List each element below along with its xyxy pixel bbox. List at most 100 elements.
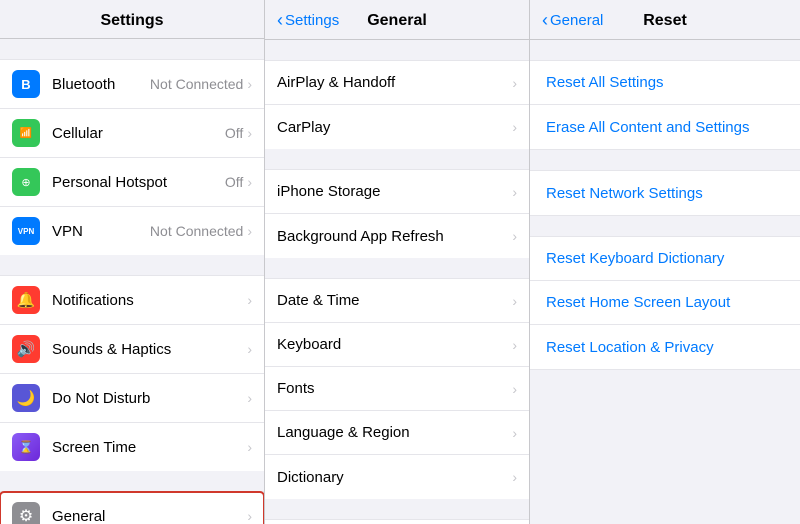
notifications-icon: 🔔: [12, 286, 40, 314]
screentime-chevron: ›: [247, 439, 252, 455]
dictionary-label: Dictionary: [277, 469, 512, 486]
mid-item-carplay[interactable]: CarPlay ›: [265, 105, 529, 149]
general-group: ⚙ General › ⊞ Control Center › AA Displa…: [0, 491, 264, 524]
sidebar-item-screentime[interactable]: ⌛ Screen Time ›: [0, 423, 264, 471]
reset-keyboard-label: Reset Keyboard Dictionary: [546, 250, 784, 267]
back-chevron-icon2: ‹: [542, 10, 548, 31]
bgrefresh-chevron: ›: [512, 228, 517, 244]
reset-group-2: Reset Network Settings: [530, 170, 800, 216]
hotspot-value: Off: [225, 174, 243, 190]
sounds-chevron: ›: [247, 341, 252, 357]
reset-location-label: Reset Location & Privacy: [546, 339, 784, 356]
sidebar-item-general[interactable]: ⚙ General ›: [0, 492, 264, 524]
general-panel-title: General: [367, 12, 427, 30]
reset-network-label: Reset Network Settings: [546, 185, 784, 202]
notifications-chevron: ›: [247, 292, 252, 308]
general-panel: ‹ Settings General AirPlay & Handoff › C…: [265, 0, 530, 524]
mid-item-vpn[interactable]: VPN Not Connected ›: [265, 520, 529, 524]
reset-group-3: Reset Keyboard Dictionary Reset Home Scr…: [530, 236, 800, 370]
reset-location-button[interactable]: Reset Location & Privacy: [530, 325, 800, 369]
screentime-label: Screen Time: [52, 439, 247, 456]
storage-label: iPhone Storage: [277, 183, 512, 200]
general-label: General: [52, 508, 247, 524]
mid-item-keyboard[interactable]: Keyboard ›: [265, 323, 529, 367]
reset-group-1: Reset All Settings Erase All Content and…: [530, 60, 800, 150]
erase-all-button[interactable]: Erase All Content and Settings: [530, 105, 800, 149]
reset-all-label: Reset All Settings: [546, 74, 784, 91]
cellular-chevron: ›: [247, 125, 252, 141]
bluetooth-icon: B: [12, 70, 40, 98]
mid-item-dictionary[interactable]: Dictionary ›: [265, 455, 529, 499]
storage-chevron: ›: [512, 184, 517, 200]
sounds-label: Sounds & Haptics: [52, 341, 247, 358]
sidebar-item-vpn[interactable]: VPN VPN Not Connected ›: [0, 207, 264, 255]
back-to-settings-button[interactable]: ‹ Settings: [277, 10, 339, 31]
vpn-label: VPN: [52, 223, 150, 240]
datetime-label: Date & Time: [277, 292, 512, 309]
dnd-label: Do Not Disturb: [52, 390, 247, 407]
mid-item-storage[interactable]: iPhone Storage ›: [265, 170, 529, 214]
reset-homescreen-label: Reset Home Screen Layout: [546, 294, 784, 311]
sidebar-item-cellular[interactable]: 📶 Cellular Off ›: [0, 109, 264, 158]
back-chevron-icon: ‹: [277, 10, 283, 31]
settings-title: Settings: [0, 0, 264, 39]
fonts-label: Fonts: [277, 380, 512, 397]
general-icon: ⚙: [12, 502, 40, 524]
airplay-group: AirPlay & Handoff › CarPlay ›: [265, 60, 529, 149]
carplay-label: CarPlay: [277, 119, 512, 136]
notifications-label: Notifications: [52, 292, 247, 309]
keyboard-chevron: ›: [512, 337, 517, 353]
hotspot-label: Personal Hotspot: [52, 174, 225, 191]
back-label: Settings: [285, 12, 339, 29]
reset-homescreen-button[interactable]: Reset Home Screen Layout: [530, 281, 800, 325]
general-header: ‹ Settings General: [265, 0, 529, 40]
mid-item-language[interactable]: Language & Region ›: [265, 411, 529, 455]
airplay-label: AirPlay & Handoff: [277, 74, 512, 91]
dnd-icon: 🌙: [12, 384, 40, 412]
fonts-chevron: ›: [512, 381, 517, 397]
storage-group: iPhone Storage › Background App Refresh …: [265, 169, 529, 258]
vpn-chevron: ›: [247, 223, 252, 239]
back-to-general-button[interactable]: ‹ General: [542, 10, 603, 31]
datetime-group: Date & Time › Keyboard › Fonts › Languag…: [265, 278, 529, 499]
dnd-chevron: ›: [247, 390, 252, 406]
erase-all-label: Erase All Content and Settings: [546, 119, 784, 136]
sidebar-item-dnd[interactable]: 🌙 Do Not Disturb ›: [0, 374, 264, 423]
settings-panel: Settings B Bluetooth Not Connected › 📶 C…: [0, 0, 265, 524]
mid-item-bgrefresh[interactable]: Background App Refresh ›: [265, 214, 529, 258]
mid-item-datetime[interactable]: Date & Time ›: [265, 279, 529, 323]
vpn-value: Not Connected: [150, 223, 243, 239]
language-chevron: ›: [512, 425, 517, 441]
airplay-chevron: ›: [512, 75, 517, 91]
sidebar-item-bluetooth[interactable]: B Bluetooth Not Connected ›: [0, 60, 264, 109]
screentime-icon: ⌛: [12, 433, 40, 461]
mid-item-fonts[interactable]: Fonts ›: [265, 367, 529, 411]
bgrefresh-label: Background App Refresh: [277, 228, 512, 245]
cellular-label: Cellular: [52, 125, 225, 142]
reset-panel: ‹ General Reset Reset All Settings Erase…: [530, 0, 800, 524]
bluetooth-label: Bluetooth: [52, 76, 150, 93]
vpn-icon: VPN: [12, 217, 40, 245]
reset-panel-title: Reset: [643, 12, 687, 30]
mid-item-airplay[interactable]: AirPlay & Handoff ›: [265, 61, 529, 105]
bluetooth-chevron: ›: [247, 76, 252, 92]
keyboard-label: Keyboard: [277, 336, 512, 353]
reset-keyboard-button[interactable]: Reset Keyboard Dictionary: [530, 237, 800, 281]
reset-all-settings-button[interactable]: Reset All Settings: [530, 61, 800, 105]
back-general-label: General: [550, 12, 603, 29]
dictionary-chevron: ›: [512, 469, 517, 485]
sidebar-item-notifications[interactable]: 🔔 Notifications ›: [0, 276, 264, 325]
sounds-icon: 🔊: [12, 335, 40, 363]
carplay-chevron: ›: [512, 119, 517, 135]
sidebar-item-sounds[interactable]: 🔊 Sounds & Haptics ›: [0, 325, 264, 374]
cellular-icon: 📶: [12, 119, 40, 147]
mid-vpn-group: VPN Not Connected ›: [265, 519, 529, 524]
sidebar-item-hotspot[interactable]: ⊕ Personal Hotspot Off ›: [0, 158, 264, 207]
language-label: Language & Region: [277, 424, 512, 441]
reset-header: ‹ General Reset: [530, 0, 800, 40]
reset-network-button[interactable]: Reset Network Settings: [530, 171, 800, 215]
cellular-value: Off: [225, 125, 243, 141]
datetime-chevron: ›: [512, 293, 517, 309]
bluetooth-value: Not Connected: [150, 76, 243, 92]
connectivity-group: B Bluetooth Not Connected › 📶 Cellular O…: [0, 59, 264, 255]
